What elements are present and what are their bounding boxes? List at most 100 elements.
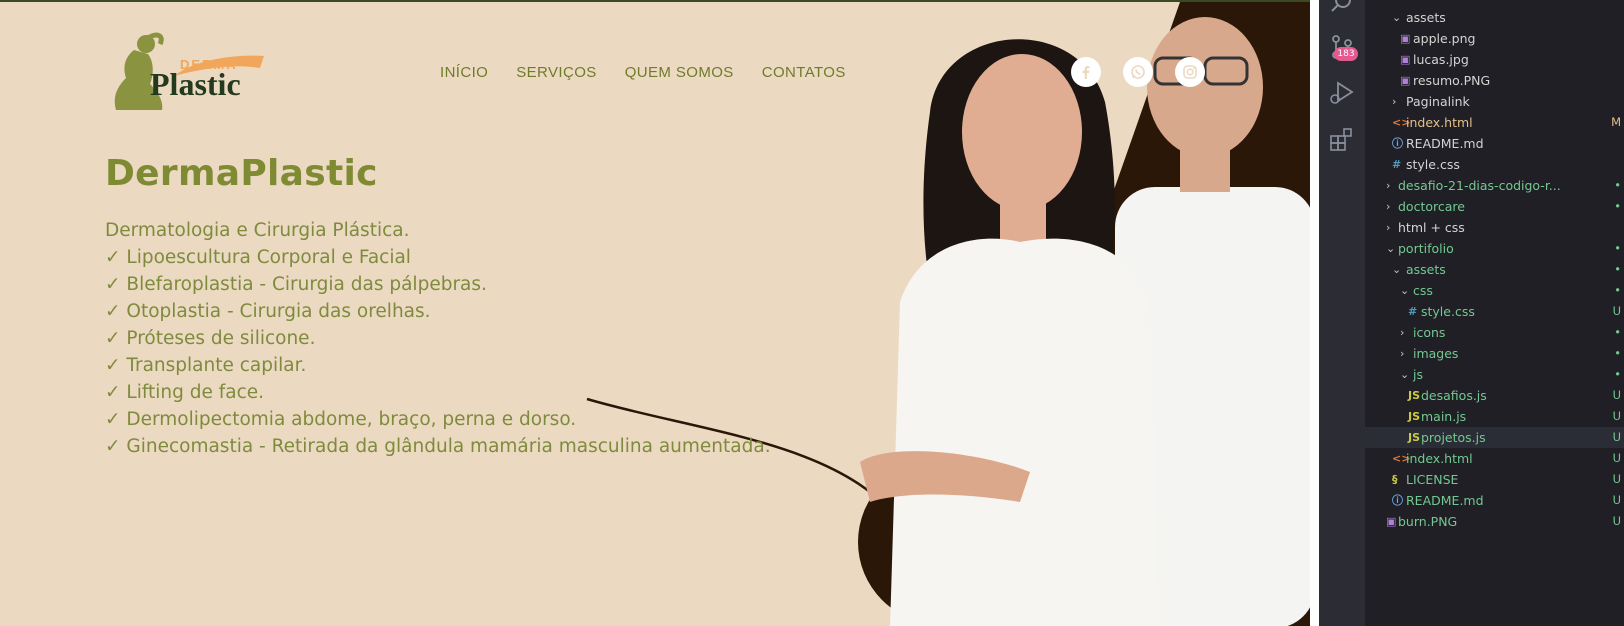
explorer-file[interactable]: ▣ lucas.jpg <box>1365 49 1624 70</box>
run-debug-icon[interactable] <box>1329 80 1355 106</box>
service-item: ✓ Lifting de face. <box>105 382 265 403</box>
explorer-item-label: index.html <box>1406 451 1473 466</box>
git-status-badge: U <box>1612 430 1621 444</box>
service-item: ✓ Transplante capilar. <box>105 355 307 376</box>
explorer-item-label: apple.png <box>1413 31 1476 46</box>
explorer-file[interactable]: JS desafios.js U <box>1365 385 1624 406</box>
nav-quem-somos[interactable]: QUEM SOMOS <box>625 64 734 81</box>
explorer-folder[interactable]: › Paginalink <box>1365 91 1624 112</box>
service-item: ✓ Próteses de silicone. <box>105 328 316 349</box>
html-file-icon: <> <box>1392 452 1411 465</box>
chevron-right-icon[interactable]: › <box>1386 196 1396 217</box>
extensions-icon[interactable] <box>1329 126 1355 152</box>
git-status-badge: • <box>1614 325 1621 339</box>
chevron-right-icon[interactable]: › <box>1386 217 1396 238</box>
explorer-file[interactable]: ▣ apple.png <box>1365 28 1624 49</box>
nav-contatos[interactable]: CONTATOS <box>762 64 846 81</box>
explorer-folder[interactable]: ⌄ portifolio • <box>1365 238 1624 259</box>
explorer-file[interactable]: # style.css U <box>1365 301 1624 322</box>
explorer-file[interactable]: JS projetos.js U <box>1365 427 1624 448</box>
explorer-folder[interactable]: › html + css <box>1365 217 1624 238</box>
css-file-icon: # <box>1408 305 1418 318</box>
woman-face <box>962 54 1082 210</box>
explorer-item-label: index.html <box>1406 115 1473 130</box>
explorer-item-label: assets <box>1406 262 1446 277</box>
explorer-item-label: assets <box>1406 10 1446 25</box>
woman-dress <box>890 238 1160 626</box>
image-file-icon: ▣ <box>1400 53 1411 66</box>
js-file-icon: JS <box>1408 410 1421 423</box>
explorer-item-label: desafio-21-dias-codigo-r... <box>1398 178 1561 193</box>
logo-plastic-text: Plastic <box>150 66 241 102</box>
chevron-down-icon[interactable]: ⌄ <box>1386 238 1396 259</box>
file-explorer: ⌄ assets ▣ apple.png ▣ lucas.jpg ▣ resumo.PNG › P… <box>1365 0 1624 626</box>
explorer-folder[interactable]: ⌄ css • <box>1365 280 1624 301</box>
explorer-item-label: Paginalink <box>1406 94 1470 109</box>
chevron-right-icon[interactable]: › <box>1400 322 1410 343</box>
explorer-folder[interactable]: › desafio-21-dias-codigo-r... • <box>1365 175 1624 196</box>
css-file-icon: # <box>1392 158 1402 171</box>
chevron-right-icon[interactable]: › <box>1386 175 1396 196</box>
explorer-file[interactable]: ▣ burn.PNG U <box>1365 511 1624 532</box>
license-file-icon: § <box>1392 473 1398 486</box>
main-nav: INÍCIO SERVIÇOS QUEM SOMOS CONTATOS <box>440 64 846 81</box>
man-neck <box>1180 142 1230 192</box>
explorer-item-label: style.css <box>1406 157 1460 172</box>
nav-inicio[interactable]: INÍCIO <box>440 64 488 81</box>
instagram-icon[interactable] <box>1175 57 1205 87</box>
chevron-down-icon[interactable]: ⌄ <box>1400 364 1410 385</box>
git-status-badge: • <box>1614 283 1621 297</box>
git-status-badge: • <box>1614 262 1621 276</box>
explorer-item-label: js <box>1413 367 1423 382</box>
man-head <box>1147 17 1263 157</box>
explorer-file[interactable]: ▣ resumo.PNG <box>1365 70 1624 91</box>
service-item: ✓ Blefaroplastia - Cirurgia das pálpebra… <box>105 274 487 295</box>
git-status-badge: U <box>1612 472 1621 486</box>
chevron-right-icon[interactable]: › <box>1400 343 1410 364</box>
explorer-file[interactable]: JS main.js U <box>1365 406 1624 427</box>
page-title: DermaPlastic <box>105 153 378 194</box>
nav-servicos[interactable]: SERVIÇOS <box>516 64 596 81</box>
chevron-down-icon[interactable]: ⌄ <box>1392 7 1402 28</box>
explorer-folder[interactable]: › images • <box>1365 343 1624 364</box>
explorer-file[interactable]: <> index.html U <box>1365 448 1624 469</box>
whatsapp-icon[interactable] <box>1123 57 1153 87</box>
explorer-folder[interactable]: › icons • <box>1365 322 1624 343</box>
services-intro: Dermatologia e Cirurgia Plástica. <box>105 220 410 241</box>
explorer-folder[interactable]: ⌄ assets <box>1365 7 1624 28</box>
explorer-item-label: lucas.jpg <box>1413 52 1469 67</box>
explorer-item-label: css <box>1413 283 1433 298</box>
explorer-file[interactable]: § LICENSE U <box>1365 469 1624 490</box>
explorer-folder[interactable]: › doctorcare • <box>1365 196 1624 217</box>
explorer-folder[interactable]: ⌄ js • <box>1365 364 1624 385</box>
chevron-down-icon[interactable]: ⌄ <box>1392 259 1402 280</box>
git-status-badge: M <box>1611 115 1621 129</box>
service-item: ✓ Dermolipectomia abdome, braço, perna e… <box>105 409 577 430</box>
facebook-icon[interactable] <box>1071 57 1101 87</box>
explorer-item-label: burn.PNG <box>1398 514 1458 529</box>
explorer-item-label: style.css <box>1421 304 1475 319</box>
search-icon[interactable] <box>1329 0 1355 16</box>
explorer-item-label: resumo.PNG <box>1413 73 1491 88</box>
activity-bar <box>1319 0 1365 626</box>
git-status-badge: • <box>1614 241 1621 255</box>
services-list: Dermatologia e Cirurgia Plástica. ✓ Lipo… <box>105 217 771 460</box>
git-status-badge: U <box>1612 451 1621 465</box>
info-file-icon: ⓘ <box>1392 494 1403 507</box>
git-status-badge: U <box>1612 388 1621 402</box>
explorer-file[interactable]: <> index.html M <box>1365 112 1624 133</box>
git-status-badge: • <box>1614 346 1621 360</box>
chevron-right-icon[interactable]: › <box>1392 91 1402 112</box>
chevron-down-icon[interactable]: ⌄ <box>1400 280 1410 301</box>
explorer-file[interactable]: ⓘ README.md U <box>1365 490 1624 511</box>
service-item: ✓ Otoplastia - Cirurgia das orelhas. <box>105 301 431 322</box>
explorer-item-label: doctorcare <box>1398 199 1465 214</box>
explorer-file[interactable]: ⓘ README.md <box>1365 133 1624 154</box>
explorer-folder[interactable]: ⌄ assets • <box>1365 259 1624 280</box>
website-preview: DERMA Plastic INÍCIO SERVIÇOS QUEM SOMOS… <box>0 0 1310 626</box>
explorer-item-label: portifolio <box>1398 241 1454 256</box>
explorer-file[interactable]: # style.css <box>1365 154 1624 175</box>
logo[interactable]: DERMA Plastic <box>104 30 264 114</box>
explorer-item-label: main.js <box>1421 409 1467 424</box>
git-status-badge: • <box>1614 178 1621 192</box>
